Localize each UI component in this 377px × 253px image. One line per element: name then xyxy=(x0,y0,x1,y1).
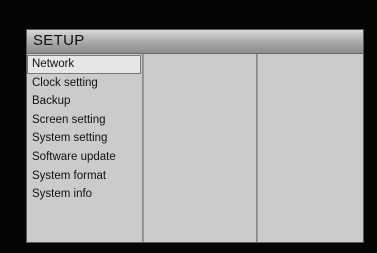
menu-item-network[interactable]: Network xyxy=(27,55,141,74)
menu-item-software-update[interactable]: Software update xyxy=(27,148,143,167)
tv-screen: SETUP Network Clock setting Backup Scree… xyxy=(0,0,377,253)
menu-item-clock-setting[interactable]: Clock setting xyxy=(27,74,143,93)
setup-window: SETUP Network Clock setting Backup Scree… xyxy=(26,29,364,243)
title-bar: SETUP xyxy=(27,30,363,54)
menu-item-system-setting[interactable]: System setting xyxy=(27,129,143,148)
menu-item-system-format[interactable]: System format xyxy=(27,167,143,186)
setup-menu: Network Clock setting Backup Screen sett… xyxy=(27,55,143,204)
window-title: SETUP xyxy=(33,32,85,49)
detail-panel xyxy=(257,54,363,242)
menu-item-backup[interactable]: Backup xyxy=(27,92,143,111)
menu-item-system-info[interactable]: System info xyxy=(27,185,143,204)
submenu-panel xyxy=(143,54,257,242)
menu-item-screen-setting[interactable]: Screen setting xyxy=(27,111,143,130)
menu-panel: Network Clock setting Backup Screen sett… xyxy=(27,54,143,242)
